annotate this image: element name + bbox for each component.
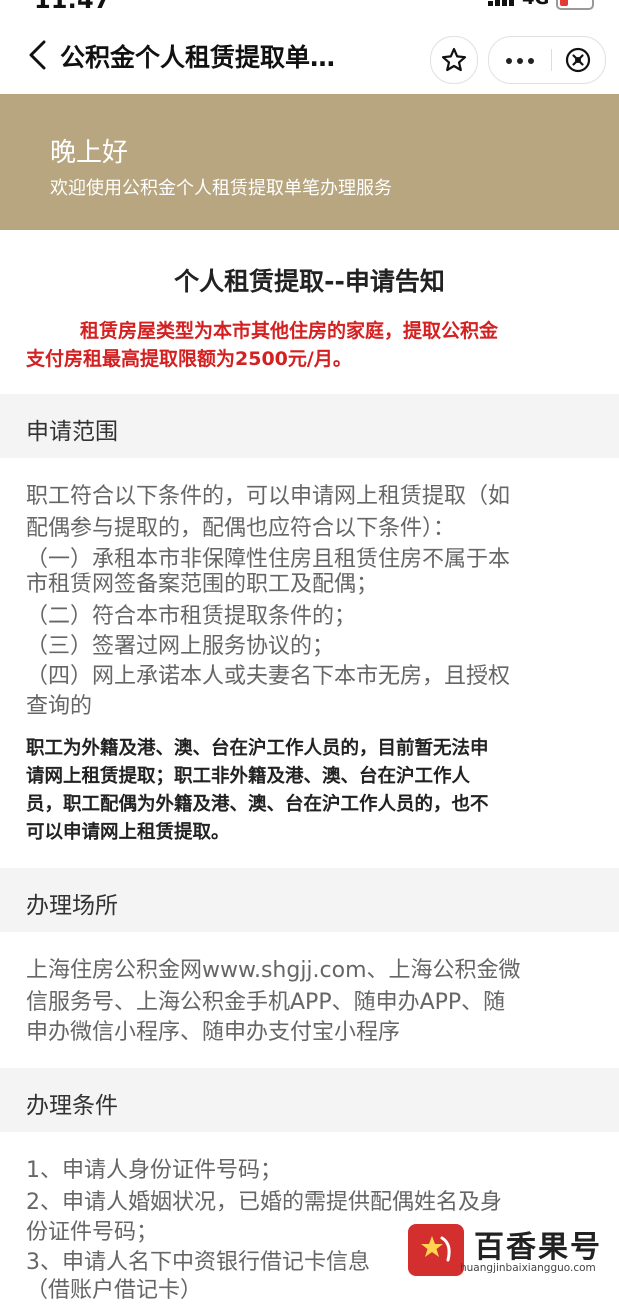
section-header-conditions: 办理条件 [0, 1068, 619, 1132]
scope-notice-line: 可以申请网上租赁提取。 [26, 822, 230, 843]
section-title: 办理场所 [26, 893, 118, 919]
scope-notice-line: 职工为外籍及港、澳、台在沪工作人员的，目前暂无法申 [26, 738, 489, 759]
star-icon [441, 47, 467, 72]
scope-text-line: （三）签署过网上服务协议的； [26, 634, 335, 659]
star-logo-icon [421, 1236, 451, 1262]
welcome-text: 欢迎使用公积金个人租赁提取单笔办理服务 [50, 178, 392, 199]
greeting-text: 晚上好 [50, 138, 129, 168]
warning-text-line: 租赁房屋类型为本市其他住房的家庭，提取公积金 [80, 320, 499, 342]
section-title: 申请范围 [26, 419, 118, 445]
scope-text-line: 配偶参与提取的，配偶也应符合以下条件）： [26, 516, 456, 541]
scope-text-line: 市租赁网签备案范围的职工及配偶； [26, 572, 379, 597]
brand-url: huangjinbaixiangguo.com [460, 1262, 596, 1274]
capsule-divider [551, 49, 552, 71]
scope-notice-line: 请网上租赁提取；职工非外籍及港、澳、台在沪工作人 [26, 766, 471, 787]
conditions-text-line: 2、申请人婚姻状况，已婚的需提供配偶姓名及身 [26, 1190, 502, 1215]
mini-program-capsule [488, 36, 606, 84]
greeting-banner: 晚上好 欢迎使用公积金个人租赁提取单笔办理服务 [0, 94, 619, 230]
status-bar: 11:47 4G [0, 0, 619, 14]
notice-title: 个人租赁提取--申请告知 [174, 267, 445, 296]
warning-text-line: 支付房租最高提取限额为2500元/月。 [26, 348, 352, 370]
conditions-text-line: 1、申请人身份证件号码； [26, 1158, 282, 1183]
scope-text-line: 职工符合以下条件的，可以申请网上租赁提取（如 [26, 484, 511, 509]
place-text-line: 上海住房公积金网www.shgjj.com、上海公积金微 [26, 958, 521, 983]
close-button[interactable] [553, 37, 603, 83]
scope-text-line: （二）符合本市租赁提取条件的； [26, 604, 357, 629]
watermark: 百香果号 huangjinbaixiangguo.com [400, 1218, 619, 1280]
place-text-line: 申办微信小程序、随申办支付宝小程序 [26, 1020, 401, 1045]
favorite-button[interactable] [430, 36, 478, 84]
status-time: 11:47 [34, 0, 111, 14]
conditions-text-line: （借账户借记卡） [26, 1278, 203, 1303]
navigation-bar: 公积金个人租赁提取单… [0, 14, 619, 94]
chevron-left-icon [29, 40, 46, 70]
network-type: 4G [522, 0, 549, 9]
section-header-scope: 申请范围 [0, 394, 619, 458]
scope-text-line: （四）网上承诺本人或夫妻名下本市无房，且授权 [26, 664, 511, 689]
scope-text-line: 查询的 [26, 694, 93, 719]
close-circle-icon [565, 47, 591, 73]
section-title: 办理条件 [26, 1093, 118, 1119]
more-button[interactable] [489, 37, 551, 83]
brand-logo [408, 1224, 464, 1276]
signal-icon [488, 0, 516, 6]
page-title: 公积金个人租赁提取单… [60, 43, 336, 72]
back-button[interactable] [22, 30, 62, 78]
place-text-line: 信服务号、上海公积金手机APP、随申办APP、随 [26, 990, 506, 1015]
brand-name: 百香果号 [474, 1230, 602, 1265]
scope-notice-line: 员，职工配偶为外籍及港、澳、台在沪工作人员的，也不 [26, 794, 489, 815]
conditions-text-line: 份证件号码； [26, 1220, 159, 1245]
battery-icon [556, 0, 594, 10]
section-header-place: 办理场所 [0, 868, 619, 932]
